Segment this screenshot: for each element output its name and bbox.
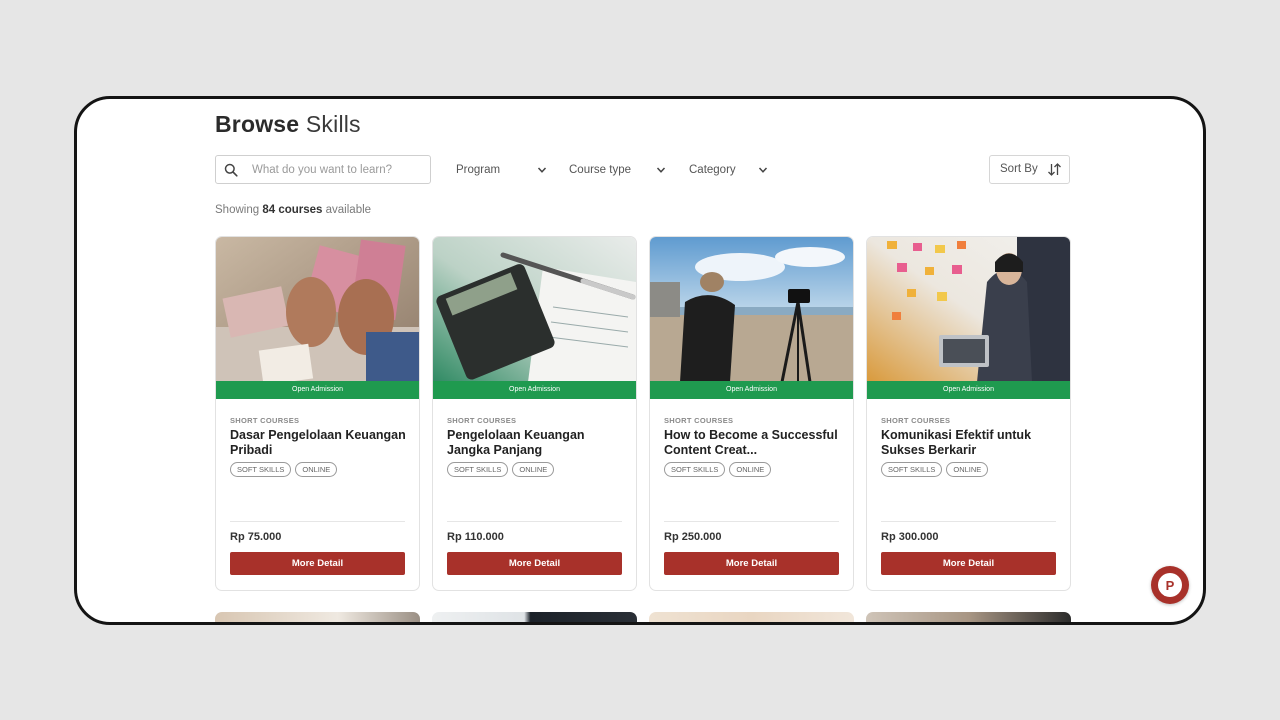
more-detail-button[interactable]: More Detail bbox=[664, 552, 839, 575]
admission-badge: Open Admission bbox=[433, 381, 636, 399]
card-divider bbox=[881, 521, 1056, 522]
course-title[interactable]: Dasar Pengelolaan Keuangan Pribadi bbox=[230, 428, 408, 457]
presenter-sticky-notes-photo bbox=[867, 237, 1070, 382]
course-tags: SOFT SKILLS ONLINE bbox=[664, 462, 772, 477]
tag-online: ONLINE bbox=[946, 462, 989, 477]
filter-course-type[interactable]: Course type bbox=[569, 157, 666, 183]
device-frame: Browse Skills Program Course type Categ bbox=[74, 96, 1206, 625]
course-title[interactable]: Komunikasi Efektif untuk Sukses Berkarir bbox=[881, 428, 1059, 457]
course-card[interactable]: Open Admission SHORT COURSES How to Beco… bbox=[649, 236, 854, 591]
search-box[interactable] bbox=[215, 155, 431, 184]
tag-soft-skills: SOFT SKILLS bbox=[447, 462, 509, 477]
sort-arrows-icon bbox=[1048, 163, 1061, 176]
course-card[interactable]: Open Admission SHORT COURSES Komunikasi … bbox=[866, 236, 1071, 591]
chat-button[interactable]: P bbox=[1151, 566, 1189, 604]
sort-by-label: Sort By bbox=[1000, 163, 1038, 175]
chevron-down-icon bbox=[656, 167, 666, 173]
course-price: Rp 75.000 bbox=[230, 531, 282, 543]
page-title: Browse Skills bbox=[215, 111, 361, 138]
course-title[interactable]: How to Become a Successful Content Creat… bbox=[664, 428, 842, 457]
course-card-next-row[interactable] bbox=[866, 612, 1071, 622]
tag-soft-skills: SOFT SKILLS bbox=[881, 462, 943, 477]
course-card-next-row[interactable] bbox=[649, 612, 854, 622]
results-count: Showing 84 courses available bbox=[215, 204, 371, 216]
filter-program[interactable]: Program bbox=[456, 157, 547, 183]
admission-badge: Open Admission bbox=[867, 381, 1070, 399]
sort-by-button[interactable]: Sort By bbox=[989, 155, 1070, 184]
course-tags: SOFT SKILLS ONLINE bbox=[447, 462, 555, 477]
tag-online: ONLINE bbox=[729, 462, 772, 477]
course-price: Rp 110.000 bbox=[447, 531, 504, 543]
search-input[interactable] bbox=[252, 156, 422, 183]
results-suffix: available bbox=[325, 204, 372, 216]
filter-category-label: Category bbox=[689, 164, 736, 176]
browse-skills-page: Browse Skills Program Course type Categ bbox=[77, 99, 1203, 622]
more-detail-button[interactable]: More Detail bbox=[447, 552, 622, 575]
more-detail-button[interactable]: More Detail bbox=[881, 552, 1056, 575]
course-card-next-row[interactable] bbox=[215, 612, 420, 622]
course-category: SHORT COURSES bbox=[881, 416, 951, 425]
hands-counting-money-photo bbox=[216, 237, 419, 382]
course-title[interactable]: Pengelolaan Keuangan Jangka Panjang bbox=[447, 428, 625, 457]
filter-course-type-label: Course type bbox=[569, 164, 632, 176]
page-title-light: Skills bbox=[305, 111, 361, 137]
tag-soft-skills: SOFT SKILLS bbox=[664, 462, 726, 477]
chevron-down-icon bbox=[537, 167, 547, 173]
tag-online: ONLINE bbox=[512, 462, 555, 477]
filter-category[interactable]: Category bbox=[689, 157, 768, 183]
course-tags: SOFT SKILLS ONLINE bbox=[230, 462, 338, 477]
search-icon bbox=[224, 163, 238, 177]
results-prefix: Showing bbox=[215, 204, 260, 216]
content-creator-beach-camera-photo bbox=[650, 237, 853, 382]
card-divider bbox=[230, 521, 405, 522]
course-category: SHORT COURSES bbox=[664, 416, 734, 425]
chat-logo-icon: P bbox=[1158, 573, 1182, 597]
course-price: Rp 250.000 bbox=[664, 531, 722, 543]
chat-logo-letter: P bbox=[1166, 578, 1175, 593]
calculator-pen-documents-photo bbox=[433, 237, 636, 382]
chevron-down-icon bbox=[758, 167, 768, 173]
tag-online: ONLINE bbox=[295, 462, 338, 477]
results-number: 84 courses bbox=[262, 204, 323, 216]
page-title-bold: Browse bbox=[215, 111, 300, 137]
course-category: SHORT COURSES bbox=[230, 416, 300, 425]
more-detail-button[interactable]: More Detail bbox=[230, 552, 405, 575]
card-divider bbox=[664, 521, 839, 522]
course-card[interactable]: Open Admission SHORT COURSES Pengelolaan… bbox=[432, 236, 637, 591]
course-tags: SOFT SKILLS ONLINE bbox=[881, 462, 989, 477]
course-category: SHORT COURSES bbox=[447, 416, 517, 425]
tag-soft-skills: SOFT SKILLS bbox=[230, 462, 292, 477]
card-divider bbox=[447, 521, 622, 522]
course-card[interactable]: Open Admission SHORT COURSES Dasar Penge… bbox=[215, 236, 420, 591]
course-card-next-row[interactable] bbox=[432, 612, 637, 622]
filter-program-label: Program bbox=[456, 164, 501, 176]
admission-badge: Open Admission bbox=[216, 381, 419, 399]
course-price: Rp 300.000 bbox=[881, 531, 939, 543]
admission-badge: Open Admission bbox=[650, 381, 853, 399]
